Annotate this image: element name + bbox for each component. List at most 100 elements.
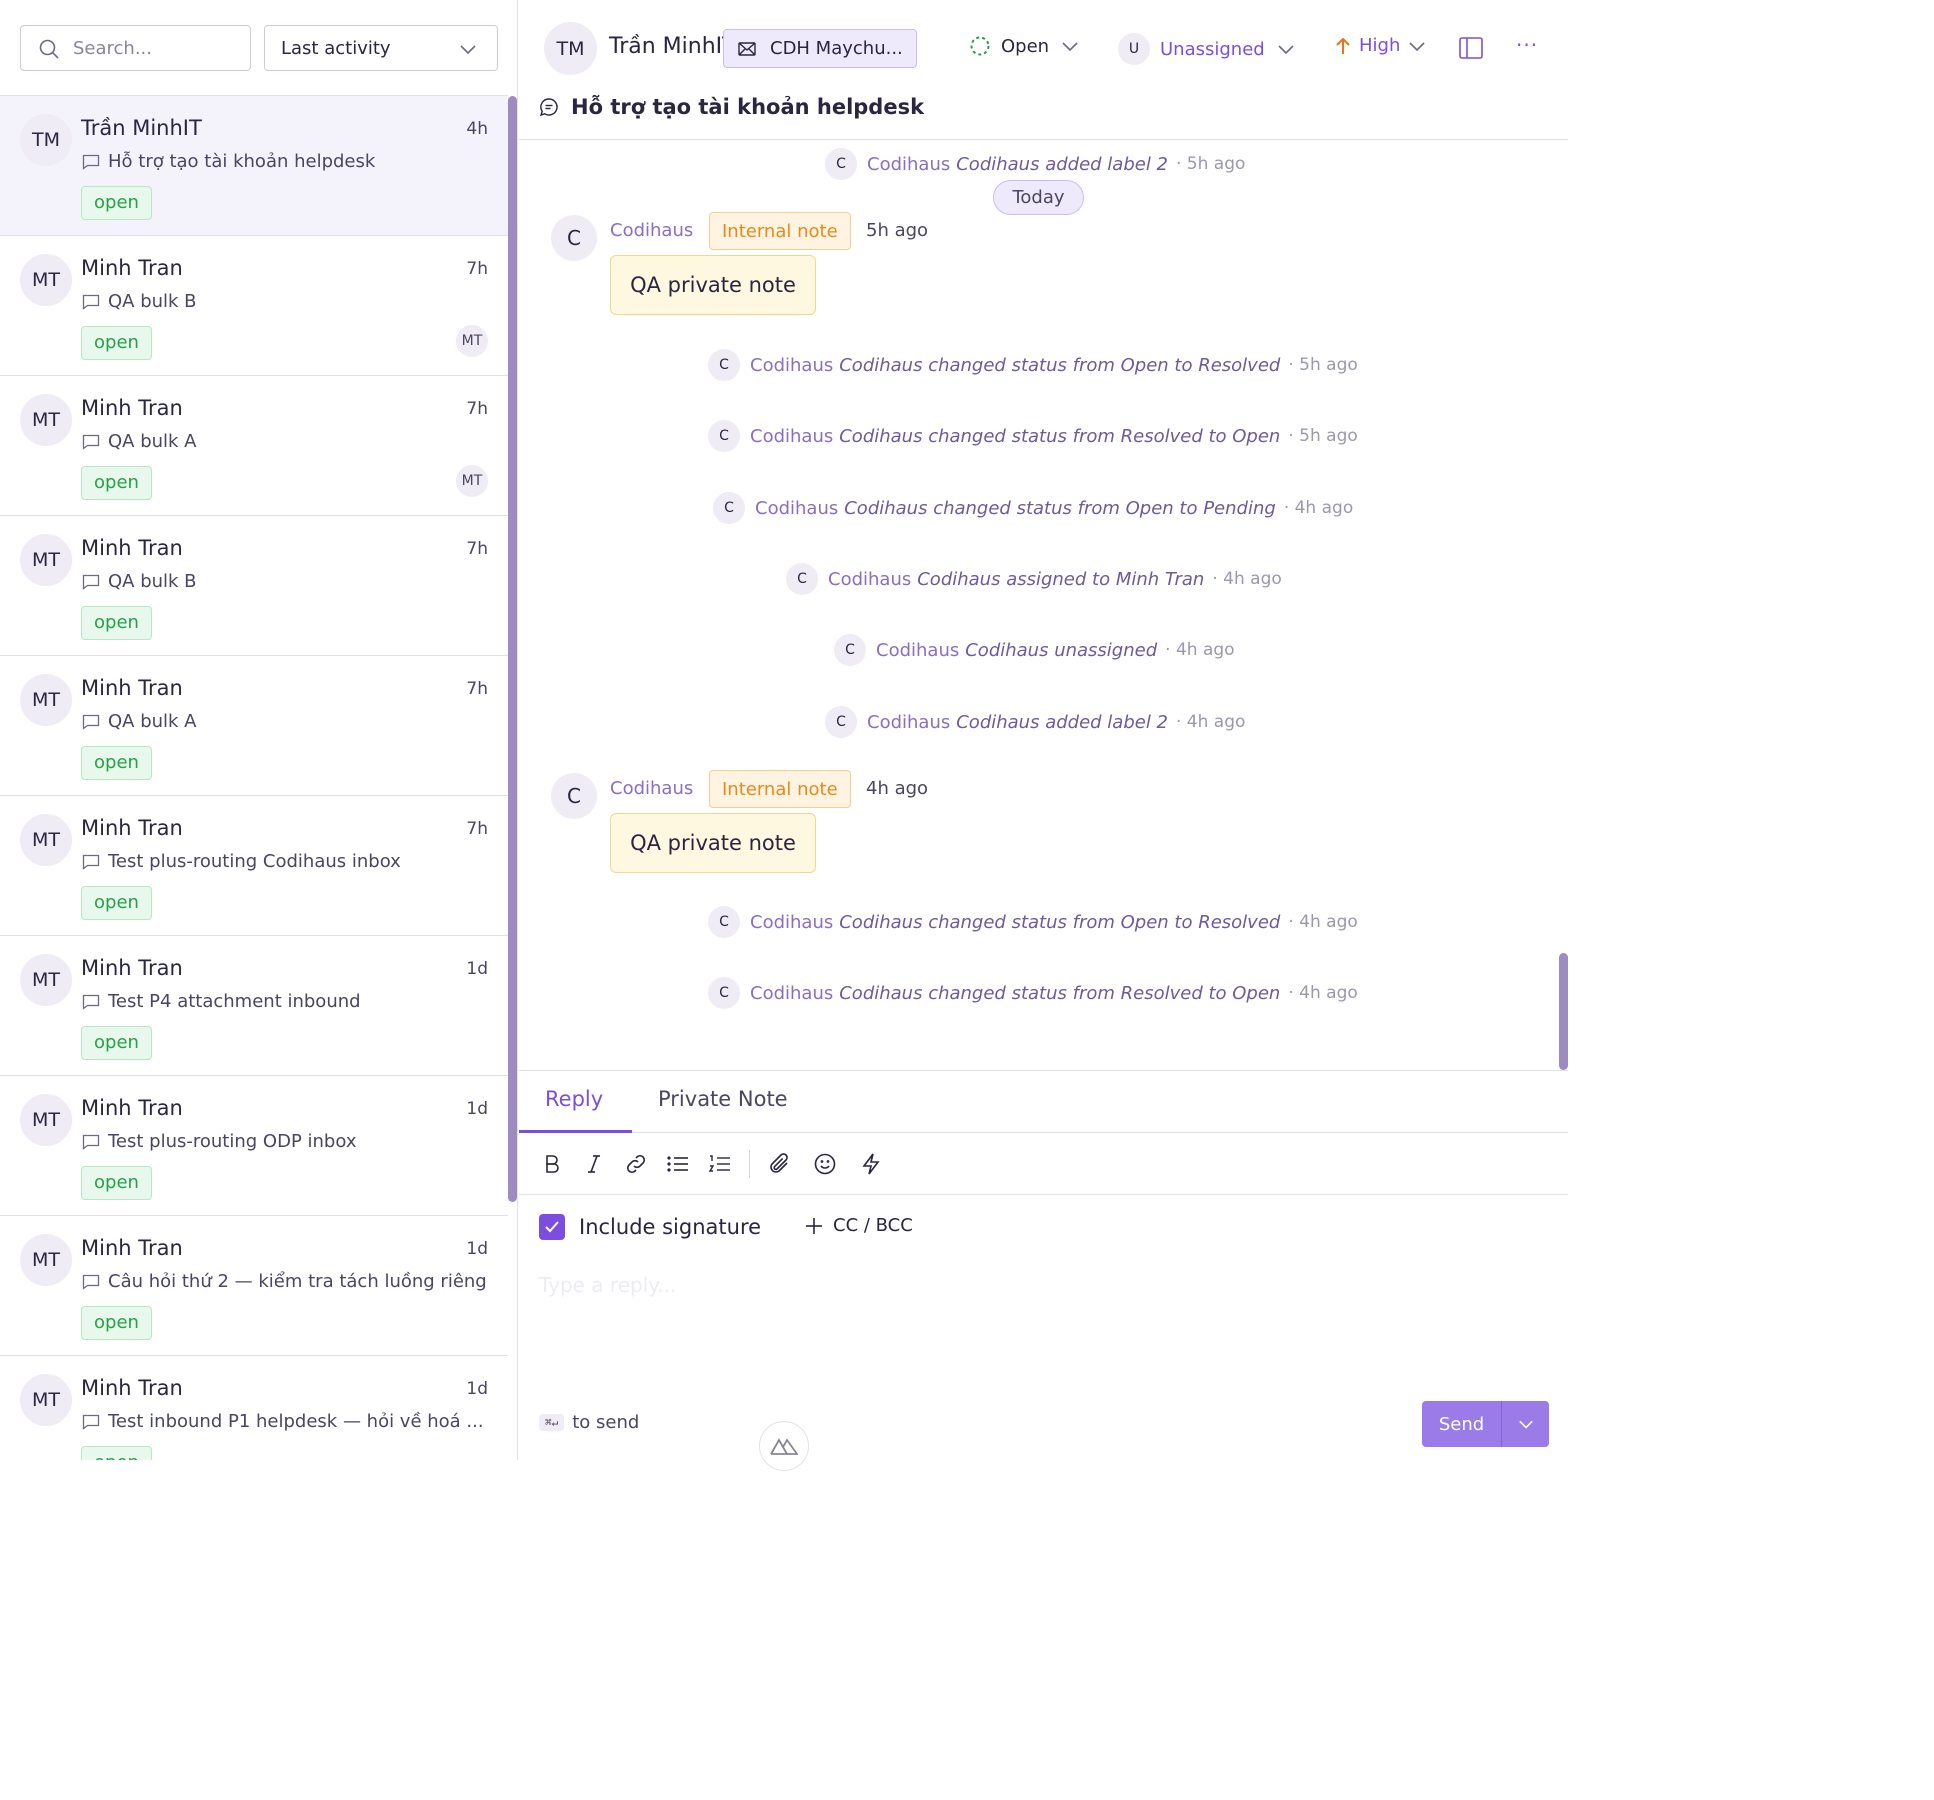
conversation-subject: Hỗ trợ tạo tài khoản helpdesk [82,151,492,172]
reply-input[interactable] [537,1271,1547,1411]
last-activity-time: 7h [466,399,488,419]
conversation-item[interactable]: MT Minh Tran 7h QA bulk B open MT [0,235,508,376]
sort-label: Last activity [281,38,391,59]
cc-bcc-button[interactable]: CC / BCC [805,1215,913,1236]
activity-actor: Codihaus [750,354,834,376]
bold-icon[interactable] [539,1151,565,1177]
sort-dropdown[interactable]: Last activity [264,25,498,71]
activity-event: C Codihaus Codihaus added label 2 · 5h ago [825,148,1245,180]
contact-name: Minh Tran [81,396,183,420]
conversation-item[interactable]: MT Minh Tran 1d Test inbound P1 helpdesk — … [0,1355,508,1460]
message-icon [82,574,100,590]
inbox-chip[interactable]: CDH Maychu... [723,29,917,68]
include-signature-checkbox[interactable]: Include signature [539,1214,761,1240]
reply-composer: Reply Private Note Include signature CC … [519,1070,1568,1471]
activity-text: Codihaus changed status from Resolved to… [839,982,1281,1004]
message-icon [82,1134,100,1150]
bullet-list-icon[interactable] [665,1151,691,1177]
numbered-list-icon[interactable] [707,1151,733,1177]
conversation-item[interactable]: MT Minh Tran 7h QA bulk A open MT [0,375,508,516]
conversation-item[interactable]: MT Minh Tran 7h QA bulk A open [0,655,508,796]
conversation-subject: QA bulk A [82,431,492,452]
tab-private-note[interactable]: Private Note [658,1087,788,1111]
message-icon [82,434,100,450]
contact-avatar[interactable]: TM [544,22,597,75]
subject-text: Câu hỏi thứ 2 — kiểm tra tách luồng riên… [108,1271,487,1292]
conversation-subject: QA bulk A [82,711,492,732]
avatar: MT [20,254,72,306]
nuxt-logo-icon [770,1438,798,1455]
subject-text: Hỗ trợ tạo tài khoản helpdesk [108,151,376,172]
assignee-avatar: U [1118,33,1150,65]
sender-name[interactable]: Codihaus [610,220,693,241]
list-scrollbar[interactable] [508,96,517,1202]
activity-avatar: C [834,634,866,666]
activity-avatar: C [708,420,740,452]
tab-reply[interactable]: Reply [545,1087,603,1111]
sender-avatar: C [551,773,597,819]
last-activity-time: 1d [466,1099,488,1119]
send-options-button[interactable] [1502,1401,1549,1447]
thread-scrollbar[interactable] [1559,953,1568,1070]
contact-name[interactable]: Trần MinhIT [609,34,723,59]
chevron-down-icon [1277,40,1295,58]
emoji-icon[interactable] [812,1151,838,1177]
last-activity-time: 7h [466,819,488,839]
arrow-up-icon [1333,36,1353,56]
last-activity-time: 7h [466,679,488,699]
subject-text: QA bulk A [108,711,197,732]
conversation-item[interactable]: MT Minh Tran 1d Test P4 attachment inbound o… [0,935,508,1076]
assignee-dropdown[interactable]: U Unassigned [1118,33,1295,65]
activity-text: Codihaus changed status from Open to Pen… [844,497,1276,519]
formatting-toolbar [519,1133,1568,1195]
link-icon[interactable] [623,1151,649,1177]
status-badge: open [81,886,152,920]
lightning-icon[interactable] [858,1151,884,1177]
sender-name[interactable]: Codihaus [610,778,693,799]
activity-text: Codihaus changed status from Open to Res… [839,911,1281,933]
mail-icon [738,41,770,56]
activity-event: C Codihaus Codihaus changed status from Re… [708,977,1358,1009]
activity-event: C Codihaus Codihaus assigned to Minh Tran ·… [786,563,1282,595]
priority-dropdown[interactable]: High [1333,35,1426,56]
search-box[interactable] [20,25,251,71]
contact-name: Minh Tran [81,1376,183,1400]
last-activity-time: 7h [466,539,488,559]
activity-text: Codihaus unassigned [965,639,1158,661]
conversation-item[interactable]: MT Minh Tran 1d Câu hỏi thứ 2 — kiểm tra tá… [0,1215,508,1356]
list-toolbar: Last activity [0,0,517,96]
paperclip-icon[interactable] [766,1151,792,1177]
status-badge: open [81,746,152,780]
conversation-subject: Test plus-routing Codihaus inbox [82,851,492,872]
activity-event: C Codihaus Codihaus changed status from Op… [708,906,1358,938]
activity-actor: Codihaus [876,639,960,661]
conversation-item[interactable]: TM Trần MinhIT 4h Hỗ trợ tạo tài khoản help… [0,95,508,236]
status-badge: open [81,1306,152,1340]
chevron-down-icon [459,40,477,58]
message-icon [82,154,100,170]
checkmark-icon [539,1214,565,1240]
conversation-item[interactable]: MT Minh Tran 7h Test plus-routing Codihaus … [0,795,508,936]
composer-tabs: Reply Private Note [519,1071,1568,1133]
sidebar-toggle-icon[interactable] [1459,37,1483,59]
activity-avatar: C [786,563,818,595]
conversation-item[interactable]: MT Minh Tran 1d Test plus-routing ODP inbox… [0,1075,508,1216]
status-dropdown[interactable]: Open [969,35,1079,57]
more-options-button[interactable]: ··· [1516,33,1538,57]
search-input[interactable] [71,34,241,62]
status-badge: open [81,1446,152,1460]
send-button[interactable]: Send [1422,1401,1502,1447]
activity-text: Codihaus assigned to Minh Tran [917,568,1205,590]
chat-bubble-icon [539,97,571,117]
conversation-item[interactable]: MT Minh Tran 7h QA bulk B open [0,515,508,656]
last-activity-time: 1d [466,1239,488,1259]
avatar: MT [20,1234,72,1286]
toolbar-divider [749,1150,750,1178]
date-separator: Today [993,180,1084,215]
contact-name: Minh Tran [81,1096,183,1120]
inbox-label: CDH Maychu... [770,38,903,59]
devtools-badge[interactable] [759,1421,809,1471]
italic-icon[interactable] [581,1151,607,1177]
activity-avatar: C [713,492,745,524]
status-badge: open [81,326,152,360]
